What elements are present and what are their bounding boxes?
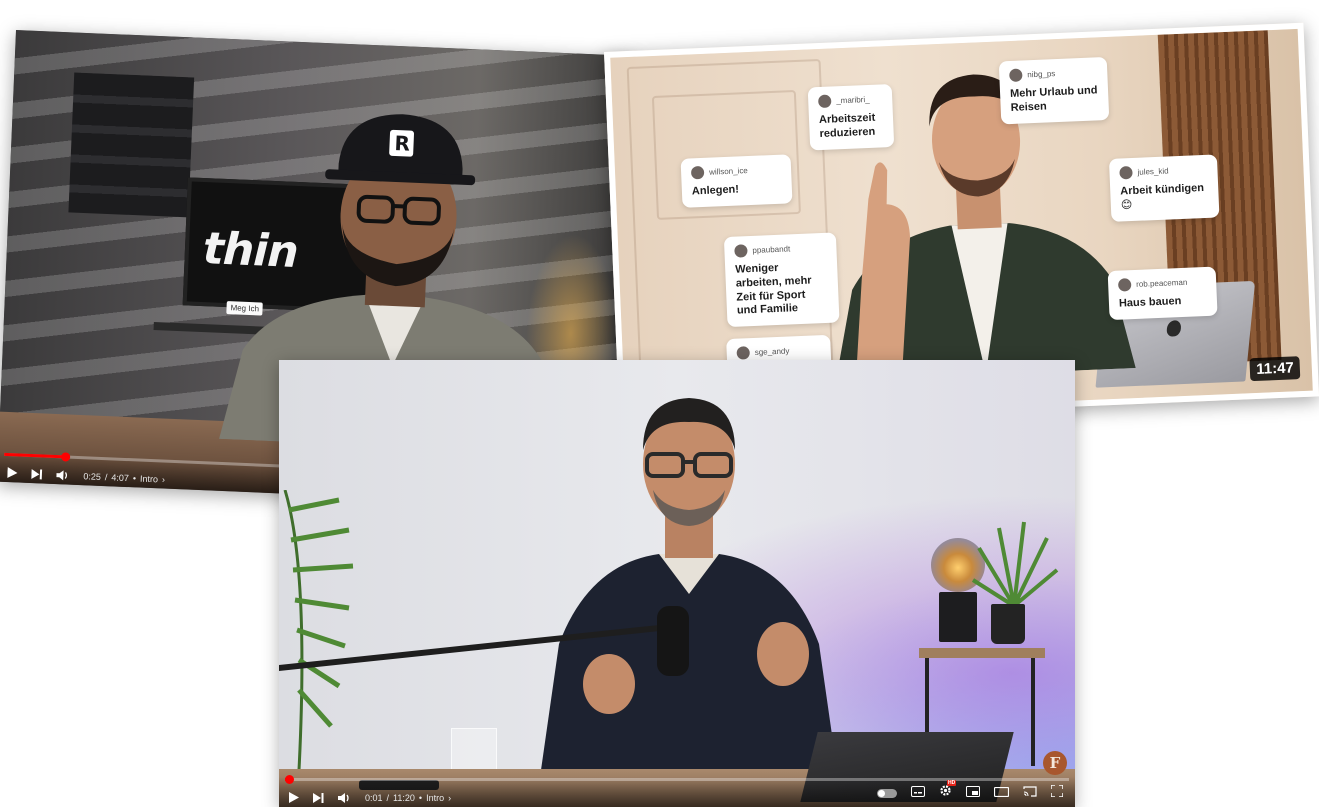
chevron-right-icon[interactable]: › <box>448 793 451 803</box>
play-icon[interactable] <box>7 467 18 479</box>
video-player-bottom[interactable]: F 0:01 / 11:20 • Intro › HD <box>279 360 1075 807</box>
progress-played <box>4 452 66 459</box>
comment-user: ppaubandt <box>752 244 791 255</box>
comment-user: jules_kid <box>1137 166 1169 177</box>
comment-card: rob.peaceman Haus bauen <box>1107 266 1218 320</box>
comment-text: Arbeit kündigen 😊 <box>1120 182 1205 212</box>
settings-gear-icon[interactable]: HD <box>939 780 957 802</box>
miniplayer-icon[interactable] <box>966 784 980 802</box>
avatar <box>1009 68 1023 83</box>
volume-icon[interactable] <box>56 469 69 481</box>
avatar <box>736 346 750 360</box>
fullscreen-icon[interactable] <box>1050 784 1064 802</box>
hd-badge: HD <box>947 780 957 786</box>
next-icon[interactable] <box>31 468 43 479</box>
time-total: 4:07 <box>111 471 130 483</box>
avatar <box>1119 165 1133 180</box>
time-separator: / <box>104 471 108 482</box>
acoustic-panel <box>68 72 195 218</box>
volume-icon[interactable] <box>338 792 351 803</box>
apple-logo-icon <box>1166 320 1182 337</box>
comment-text: Haus bauen <box>1118 295 1182 310</box>
autoplay-toggle[interactable] <box>877 788 897 798</box>
chevron-right-icon[interactable]: › <box>162 474 165 484</box>
comment-card: ppaubandt Weniger arbeiten, mehr Zeit fü… <box>723 232 840 328</box>
comment-user: _maribri_ <box>836 94 870 106</box>
comment-text: Weniger arbeiten, mehr Zeit für Sport un… <box>734 261 812 317</box>
presenter-figure <box>539 398 839 784</box>
avatar <box>734 244 748 258</box>
comment-user: sge_andy <box>754 346 790 357</box>
comment-user: nibg_ps <box>1027 69 1056 80</box>
time-separator: / <box>386 792 390 803</box>
side-table-leg <box>1031 658 1035 766</box>
palm-plant <box>283 490 354 770</box>
comment-card: jules_kid Arbeit kündigen 😊 <box>1108 154 1220 222</box>
microphone <box>657 606 689 676</box>
avatar <box>1117 278 1132 292</box>
chapter-label[interactable]: Intro <box>140 473 158 484</box>
time-current: 0:01 <box>365 792 383 803</box>
time-display: 0:25 / 4:07 • Intro › <box>83 471 165 484</box>
svg-text:R: R <box>394 131 410 156</box>
chapter-dot: • <box>132 472 137 483</box>
time-total: 11:20 <box>393 792 415 803</box>
duration-badge: 11:47 <box>1249 356 1301 382</box>
cast-icon[interactable] <box>1023 784 1037 802</box>
chapter-label[interactable]: Intro <box>426 793 444 803</box>
plant-pot <box>991 604 1025 644</box>
avatar <box>817 94 832 109</box>
comment-card: willson_ice Anlegen! <box>680 154 793 208</box>
play-icon[interactable] <box>289 792 299 803</box>
comment-text: Arbeitszeit reduzieren <box>818 111 876 140</box>
comment-card: _maribri_ Arbeitszeit reduzieren <box>807 83 895 150</box>
chapter-dot: • <box>418 792 423 803</box>
avatar <box>690 165 705 180</box>
channel-logo[interactable]: F <box>1043 751 1067 775</box>
next-icon[interactable] <box>313 792 324 803</box>
comment-text: Mehr Urlaub und Reisen <box>1009 84 1098 114</box>
comment-user: rob.peaceman <box>1136 277 1188 289</box>
player-controls: 0:01 / 11:20 • Intro › HD <box>279 775 1075 807</box>
fern-plant <box>971 521 1059 608</box>
comment-text: Anlegen! <box>691 183 740 198</box>
comment-user: willson_ice <box>708 166 748 177</box>
time-current: 0:25 <box>83 470 102 482</box>
progress-scrubber[interactable] <box>284 775 294 784</box>
time-display: 0:01 / 11:20 • Intro › <box>365 793 451 803</box>
progress-scrubber[interactable] <box>60 452 71 462</box>
subtitles-icon[interactable] <box>911 784 925 802</box>
side-table-top <box>919 648 1045 658</box>
theater-mode-icon[interactable] <box>993 784 1010 802</box>
comment-card: nibg_ps Mehr Urlaub und Reisen <box>998 56 1110 124</box>
